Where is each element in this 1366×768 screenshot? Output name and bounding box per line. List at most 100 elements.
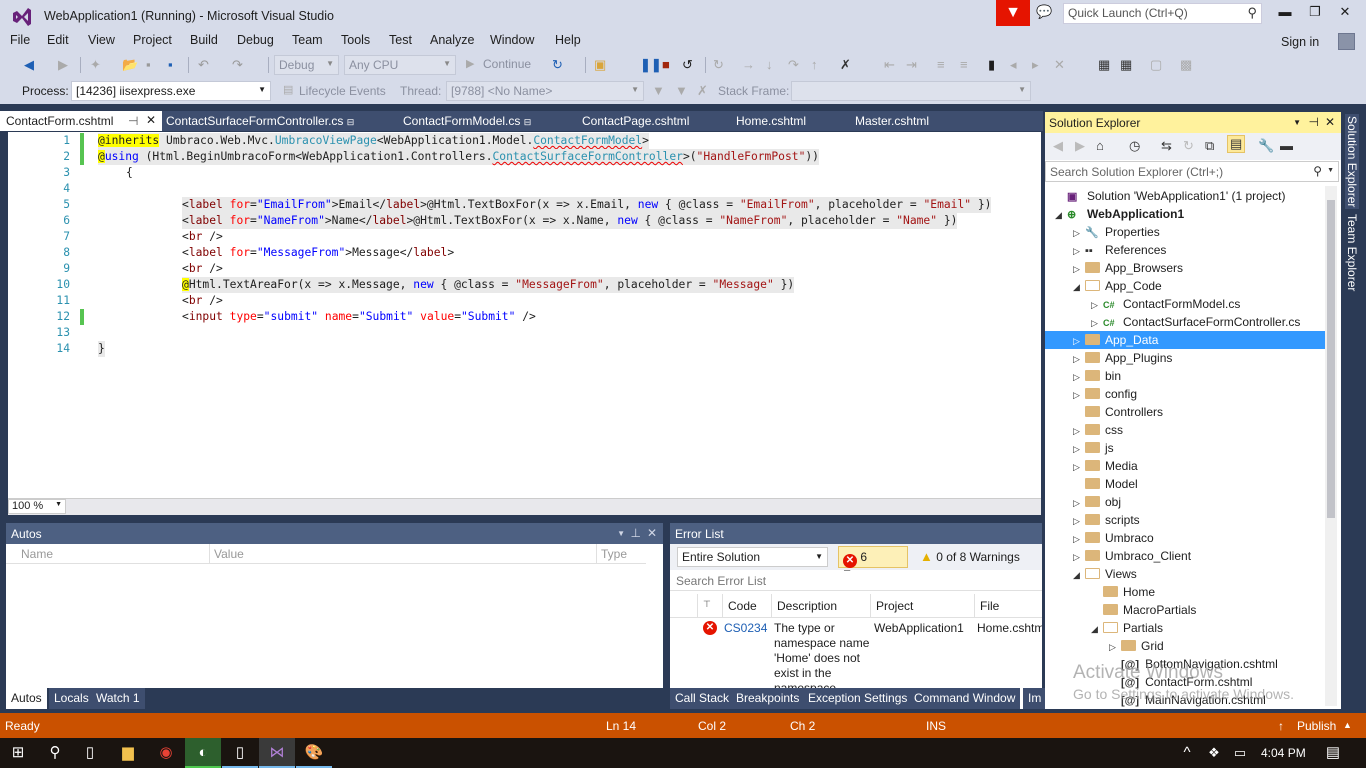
code-line[interactable]: 6 <label for="NameFrom">Name</label>@Html…	[8, 213, 1041, 229]
menu-test[interactable]: Test	[389, 33, 412, 47]
tree-item[interactable]: ▷ ▪▪ References	[1045, 241, 1325, 259]
tree-item[interactable]: ▷ App_Plugins	[1045, 349, 1325, 367]
expand-arrow-icon[interactable]: ▷	[1073, 350, 1085, 368]
expand-arrow-icon[interactable]: ▷	[1073, 224, 1085, 242]
step-out-icon[interactable]: ↑	[811, 57, 818, 72]
show-next-statement-icon[interactable]: →	[742, 57, 755, 72]
tree-item[interactable]: Model	[1045, 475, 1325, 493]
code-line[interactable]: 4	[8, 181, 1041, 197]
minimize-button[interactable]: ▬	[1270, 4, 1300, 24]
pin-icon[interactable]: ⊣	[128, 114, 138, 128]
tree-item[interactable]: ▷ Umbraco_Client	[1045, 547, 1325, 565]
undo-icon[interactable]: ↶	[198, 57, 209, 73]
expand-arrow-icon[interactable]: ▷	[1091, 314, 1103, 332]
menu-analyze[interactable]: Analyze	[430, 33, 474, 47]
column-file[interactable]: File	[974, 594, 1044, 618]
pin-icon[interactable]: ⊥	[631, 526, 641, 540]
tree-item[interactable]: ▷ bin	[1045, 367, 1325, 385]
code-line[interactable]: 3{	[8, 165, 1041, 181]
editor-horizontal-scrollbar[interactable]	[8, 498, 1041, 515]
tree-item[interactable]: ▷ obj	[1045, 493, 1325, 511]
restore-button[interactable]: ❐	[1300, 4, 1330, 24]
user-avatar-icon[interactable]	[1338, 33, 1355, 50]
column-project[interactable]: Project	[870, 594, 975, 618]
windows-start-icon[interactable]: ⊞	[0, 738, 36, 768]
quick-launch-input[interactable]: Quick Launch (Ctrl+Q) ⚲	[1063, 3, 1262, 24]
properties-icon[interactable]: 🔧	[1258, 138, 1274, 154]
thread-dropdown[interactable]: [9788] <No Name> ▼	[446, 81, 644, 101]
tab-locals[interactable]: Locals	[49, 688, 94, 709]
tab-contactformmodel-cs[interactable]: ContactFormModel.cs ⊟	[397, 111, 537, 131]
column-code[interactable]: Code	[722, 594, 772, 618]
column-name[interactable]: Name	[21, 547, 53, 561]
close-icon[interactable]: ✕	[1325, 115, 1335, 129]
sign-in-link[interactable]: Sign in	[1281, 35, 1319, 49]
expand-arrow-icon[interactable]: ▷	[1073, 386, 1085, 404]
open-file-icon[interactable]: 📂	[122, 57, 138, 73]
code-line[interactable]: 11 <br />	[8, 293, 1041, 309]
save-icon[interactable]: ▪	[146, 57, 151, 72]
tree-item[interactable]: ▷ App_Data	[1045, 331, 1325, 349]
pin-icon[interactable]: ⊣	[1309, 115, 1319, 129]
tree-item[interactable]: ▷ Grid	[1045, 637, 1325, 655]
show-hidden-icons[interactable]: ^	[1175, 738, 1199, 768]
code-line[interactable]: 8 <label for="MessageFrom">Message</label…	[8, 245, 1041, 261]
expand-arrow-icon[interactable]: ▷	[1073, 494, 1085, 512]
expand-arrow-icon[interactable]: ▷	[1073, 332, 1085, 350]
menu-help[interactable]: Help	[555, 33, 581, 47]
browser-link-icon[interactable]: ▣	[594, 57, 606, 73]
tree-item[interactable]: ▷ config	[1045, 385, 1325, 403]
menu-debug[interactable]: Debug	[237, 33, 274, 47]
forward-icon[interactable]: ▶	[1075, 138, 1085, 154]
tree-item[interactable]: ▣ Solution 'WebApplication1' (1 project)	[1045, 187, 1325, 205]
tab-command-window[interactable]: Command Window	[909, 688, 1021, 709]
tree-item[interactable]: Home	[1045, 583, 1325, 601]
close-icon[interactable]: ✕	[647, 526, 657, 540]
sync-icon[interactable]: ⇆	[1161, 138, 1172, 154]
warnings-filter-button[interactable]: ▲ 0 of 8 Warnings	[916, 546, 1028, 568]
code-line[interactable]: 5 <label for="EmailFrom">Email</label>@Ht…	[8, 197, 1041, 213]
side-tab-team-explorer[interactable]: Team Explorer	[1345, 212, 1359, 293]
prev-bookmark-icon[interactable]: ◂	[1010, 57, 1017, 73]
error-code-link[interactable]: CS0234	[724, 621, 767, 635]
column-value[interactable]: Value	[214, 547, 244, 561]
notepad-icon[interactable]: ▯	[222, 738, 258, 768]
close-tab-icon[interactable]: ✕	[146, 113, 156, 127]
expand-arrow-icon[interactable]: ▷	[1073, 530, 1085, 548]
tab-watch-1[interactable]: Watch 1	[91, 688, 145, 709]
toolbox-icon[interactable]: ▩	[1180, 57, 1192, 73]
tree-item[interactable]: ▷ C# ContactFormModel.cs	[1045, 295, 1325, 313]
redo-icon[interactable]: ↷	[232, 57, 243, 73]
tab-autos[interactable]: Autos	[6, 688, 47, 709]
dropdown-icon[interactable]: ▼	[1293, 118, 1301, 127]
chrome-icon[interactable]: ◉	[148, 738, 184, 768]
outdent-icon[interactable]: ⇤	[884, 57, 895, 73]
clock-time[interactable]: 4:04 PM	[1261, 746, 1306, 760]
flag-all-threads-icon[interactable]: ▼	[675, 83, 688, 98]
collapse-arrow-icon[interactable]: ◢	[1091, 620, 1103, 638]
menu-team[interactable]: Team	[292, 33, 323, 47]
code-editor[interactable]: 1 @inherits Umbraco.Web.Mvc.UmbracoViewPa…	[8, 132, 1041, 498]
stop-icon[interactable]: ■	[662, 57, 670, 72]
save-all-icon[interactable]: ▪	[168, 57, 173, 72]
tree-item[interactable]: MacroPartials	[1045, 601, 1325, 619]
back-icon[interactable]: ◀	[1053, 138, 1063, 154]
tab-contactpage-cshtml[interactable]: ContactPage.cshtml	[576, 111, 695, 131]
tree-item[interactable]: ◢ ⊕ WebApplication1	[1045, 205, 1325, 223]
code-line[interactable]: 7 <br />	[8, 229, 1041, 245]
publish-web-icon[interactable]: ▦	[1098, 57, 1110, 73]
step-over-icon[interactable]: ↷	[788, 57, 799, 73]
collapse-arrow-icon[interactable]: ◢	[1055, 206, 1067, 224]
show-threads-icon[interactable]: ✗	[697, 83, 708, 99]
code-line[interactable]: 12 <input type="submit" name="Submit" val…	[8, 309, 1041, 325]
tree-item[interactable]: [@] ContactForm.cshtml	[1045, 673, 1325, 691]
solution-configuration-dropdown[interactable]: Debug ▼	[274, 55, 339, 75]
tab-contactform-cshtml[interactable]: ContactForm.cshtml ⊣ ✕	[0, 111, 162, 131]
visual-studio-taskbar-icon[interactable]: ⋈	[259, 738, 295, 768]
tree-item[interactable]: Controllers	[1045, 403, 1325, 421]
stack-frame-dropdown[interactable]: ▼	[791, 81, 1031, 101]
flag-threads-icon[interactable]: ▼	[652, 83, 665, 98]
tab-call-stack[interactable]: Call Stack	[670, 688, 735, 709]
indent-icon[interactable]: ⇥	[906, 57, 917, 73]
column-description[interactable]: Description	[771, 594, 871, 618]
